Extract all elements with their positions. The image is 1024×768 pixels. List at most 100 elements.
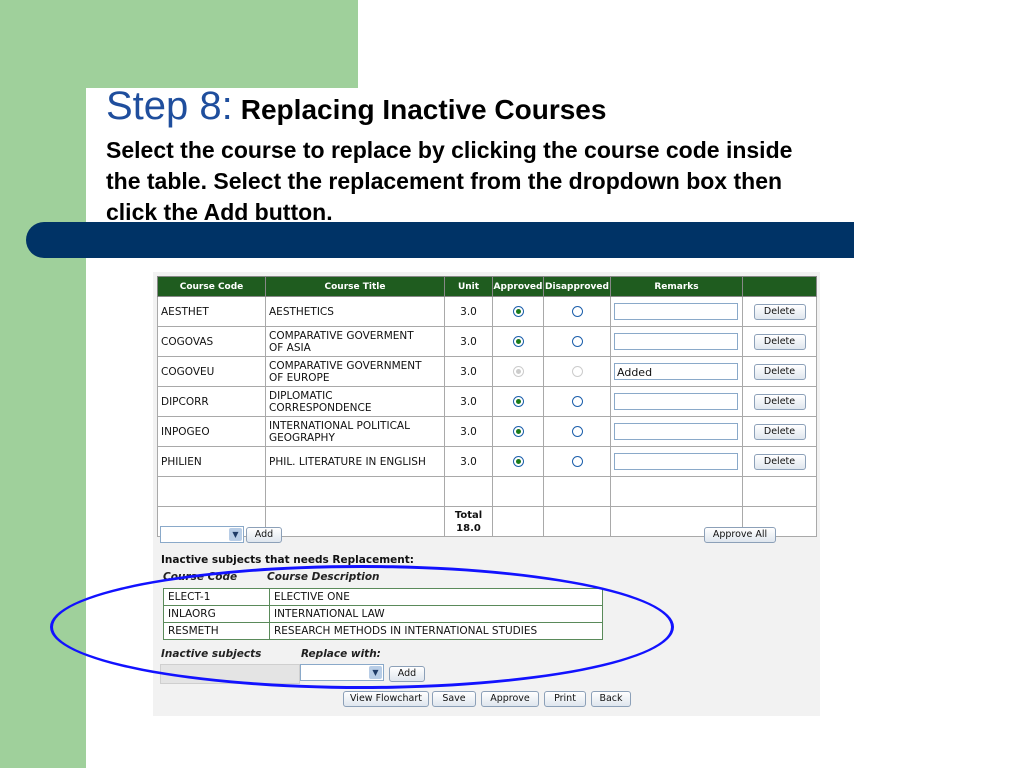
remarks-input[interactable] [614, 453, 738, 470]
course-title: AESTHETICS [265, 296, 445, 327]
course-title-line: OF ASIA [269, 341, 311, 354]
unit-value: 3.0 [444, 386, 493, 417]
delete-button[interactable]: Delete [753, 333, 806, 350]
instruction-line: the table. Select the replacement from t… [106, 168, 783, 194]
courses-table: Course Code Course Title Unit Approved D… [157, 276, 817, 537]
instruction-line: Select the course to replace by clicking… [106, 137, 793, 163]
disapproved-radio[interactable] [571, 366, 583, 377]
delete-button[interactable]: Delete [753, 303, 806, 320]
approved-cell [492, 356, 544, 387]
delete-button[interactable]: Delete [753, 423, 806, 440]
approve-button[interactable]: Approve [481, 691, 539, 707]
slide-title: Step 8: Replacing Inactive Courses [106, 86, 986, 135]
remarks-input[interactable]: Added [614, 363, 738, 380]
action-cell: Delete [742, 356, 817, 387]
course-title: DIPLOMATIC CORRESPONDENCE [265, 386, 445, 417]
table-header-row: Course Code Course Title Unit Approved D… [157, 276, 817, 297]
course-title: PHIL. LITERATURE IN ENGLISH [265, 446, 445, 477]
course-title: COMPARATIVE GOVERMENT OF ASIA [265, 326, 445, 357]
approved-cell [492, 386, 544, 417]
table-row: COGOVAS COMPARATIVE GOVERMENT OF ASIA 3.0 De… [157, 326, 817, 357]
disapproved-radio[interactable] [571, 426, 583, 437]
table-row: AESTHET AESTHETICS 3.0 Delete [157, 296, 817, 327]
back-button[interactable]: Back [591, 691, 631, 707]
col-remarks: Remarks [610, 276, 743, 297]
col-course-title: Course Title [265, 276, 445, 297]
col-actions [742, 276, 817, 297]
view-flowchart-button[interactable]: View Flowchart [343, 691, 429, 707]
action-cell: Delete [742, 386, 817, 417]
unit-value: 3.0 [444, 416, 493, 447]
course-code[interactable]: INPOGEO [157, 416, 266, 447]
approved-radio[interactable] [512, 456, 524, 467]
approved-radio[interactable] [512, 336, 524, 347]
course-title-line: AESTHETICS [269, 305, 334, 318]
unit-value: 3.0 [444, 326, 493, 357]
course-code[interactable]: PHILIEN [157, 446, 266, 477]
remarks-cell [610, 416, 743, 447]
disapproved-cell [543, 326, 611, 357]
course-select[interactable]: ▼ [160, 526, 244, 543]
navy-divider-bar [26, 222, 854, 258]
unit-value: 3.0 [444, 446, 493, 477]
course-title-line: GEOGRAPHY [269, 431, 335, 444]
disapproved-radio[interactable] [571, 456, 583, 467]
remarks-input[interactable] [614, 423, 738, 440]
approve-all-button[interactable]: Approve All [704, 527, 776, 543]
print-button[interactable]: Print [544, 691, 586, 707]
approved-cell [492, 446, 544, 477]
course-code[interactable]: COGOVAS [157, 326, 266, 357]
disapproved-radio[interactable] [571, 396, 583, 407]
course-title: COMPARATIVE GOVERNMENT OF EUROPE [265, 356, 445, 387]
approved-cell [492, 416, 544, 447]
col-course-code: Course Code [157, 276, 266, 297]
course-title-line: COMPARATIVE GOVERNMENT [269, 359, 422, 372]
remarks-cell [610, 386, 743, 417]
highlight-ellipse [50, 565, 674, 689]
course-title-line: OF EUROPE [269, 371, 330, 384]
disapproved-cell [543, 416, 611, 447]
course-title-line: INTERNATIONAL POLITICAL [269, 419, 410, 432]
total-cell: Total 18.0 [444, 506, 493, 537]
add-button[interactable]: Add [246, 527, 282, 543]
delete-button[interactable]: Delete [753, 363, 806, 380]
approved-cell [492, 326, 544, 357]
top-green-block [86, 0, 358, 88]
action-cell: Delete [742, 416, 817, 447]
disapproved-cell [543, 386, 611, 417]
table-row: PHILIEN PHIL. LITERATURE IN ENGLISH 3.0 Del… [157, 446, 817, 477]
course-title-line: CORRESPONDENCE [269, 401, 372, 414]
course-title: INTERNATIONAL POLITICAL GEOGRAPHY [265, 416, 445, 447]
table-row-empty [157, 476, 817, 507]
remarks-input[interactable] [614, 333, 738, 350]
col-unit: Unit [444, 276, 493, 297]
save-button[interactable]: Save [432, 691, 476, 707]
remarks-input[interactable] [614, 303, 738, 320]
remarks-cell [610, 296, 743, 327]
action-cell: Delete [742, 446, 817, 477]
delete-button[interactable]: Delete [753, 393, 806, 410]
remarks-cell: Added [610, 356, 743, 387]
course-code[interactable]: COGOVEU [157, 356, 266, 387]
remarks-cell [610, 326, 743, 357]
slide-title-block: Step 8: Replacing Inactive Courses Select… [106, 86, 986, 228]
table-row: INPOGEO INTERNATIONAL POLITICAL GEOGRAPHY 3… [157, 416, 817, 447]
remarks-input[interactable] [614, 393, 738, 410]
approved-radio[interactable] [512, 366, 524, 377]
disapproved-cell [543, 296, 611, 327]
disapproved-radio[interactable] [571, 336, 583, 347]
disapproved-radio[interactable] [571, 306, 583, 317]
unit-value: 3.0 [444, 356, 493, 387]
col-approved: Approved [492, 276, 544, 297]
course-code[interactable]: DIPCORR [157, 386, 266, 417]
course-code[interactable]: AESTHET [157, 296, 266, 327]
total-value: 18.0 [456, 522, 481, 534]
approved-radio[interactable] [512, 306, 524, 317]
course-title-line: COMPARATIVE GOVERMENT [269, 329, 414, 342]
step-title: Replacing Inactive Courses [240, 94, 607, 125]
approved-radio[interactable] [512, 396, 524, 407]
delete-button[interactable]: Delete [753, 453, 806, 470]
approved-radio[interactable] [512, 426, 524, 437]
disapproved-cell [543, 446, 611, 477]
table-row: DIPCORR DIPLOMATIC CORRESPONDENCE 3.0 Delete [157, 386, 817, 417]
